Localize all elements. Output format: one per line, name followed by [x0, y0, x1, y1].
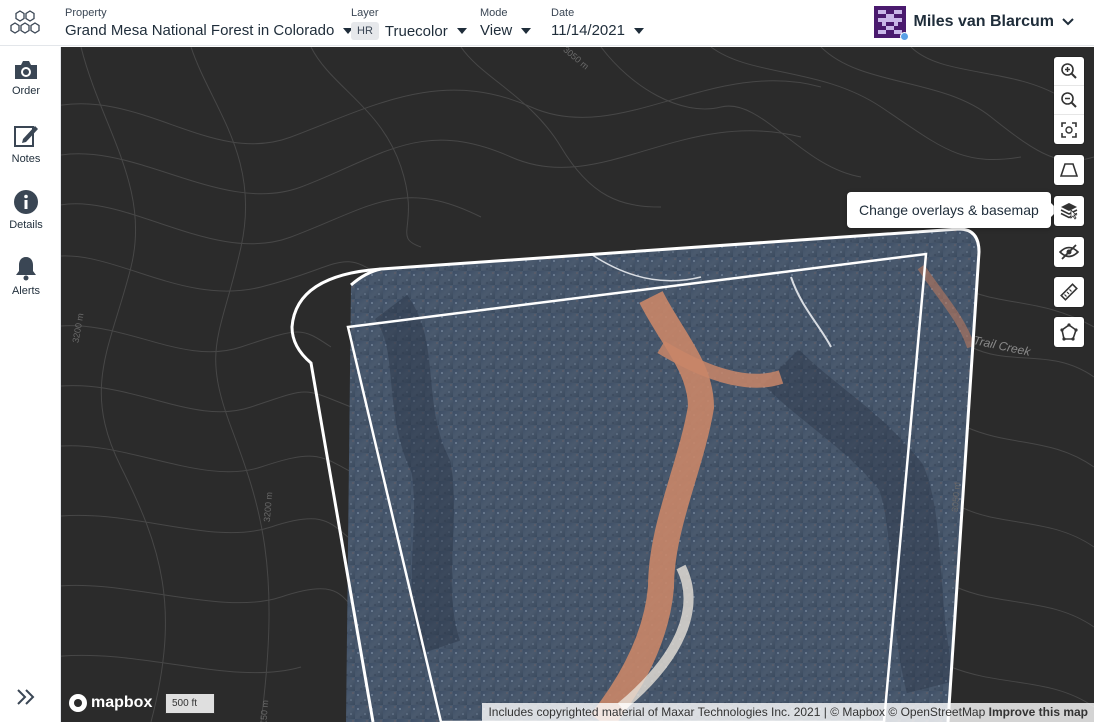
draw-polygon-button[interactable]	[1054, 317, 1084, 347]
chevron-down-icon	[1062, 18, 1074, 26]
perspective-icon	[1060, 163, 1078, 177]
online-status-dot	[899, 32, 909, 41]
sidebar-item-order[interactable]: Order	[0, 59, 52, 97]
perspective-button[interactable]	[1054, 155, 1084, 185]
sidebar-item-label: Alerts	[11, 285, 41, 297]
fit-bounds-button[interactable]	[1054, 115, 1084, 144]
improve-map-link[interactable]: Improve this map	[989, 705, 1088, 719]
date-label: Date	[551, 7, 575, 19]
sidebar-item-notes[interactable]: Notes	[0, 123, 52, 165]
camera-icon	[15, 61, 37, 79]
mode-value: View	[480, 22, 513, 39]
scale-bar: 500 ft	[165, 694, 215, 714]
layer-value: Truecolor	[384, 22, 448, 40]
mapbox-icon	[69, 694, 87, 712]
mapbox-wordmark: mapbox	[91, 694, 153, 711]
avatar	[873, 6, 909, 41]
chevron-down-icon	[521, 27, 532, 34]
user-menu[interactable]: Miles van Blarcum	[873, 6, 1075, 41]
map-canvas[interactable]: 3050 m 3200 m 3200 m 3050 m 3150 m Trail…	[61, 47, 1094, 722]
sidebar: Order Notes Details Alerts	[0, 47, 61, 722]
layer-selector[interactable]: Layer HR Truecolor	[351, 7, 467, 40]
property-label: Property	[65, 7, 107, 19]
hide-overlay-icon	[1059, 244, 1079, 260]
attribution-text: Includes copyrighted material of Maxar T…	[488, 705, 986, 719]
sidebar-item-alerts[interactable]: Alerts	[0, 255, 52, 297]
hide-overlay-button[interactable]	[1054, 237, 1084, 267]
layers-icon	[1060, 203, 1078, 220]
map-attribution: Includes copyrighted material of Maxar T…	[482, 703, 1094, 722]
app-header: Property Grand Mesa National Forest in C…	[0, 0, 1094, 46]
layers-tooltip: Change overlays & basemap	[847, 192, 1058, 228]
ruler-icon	[1060, 283, 1078, 301]
mode-selector[interactable]: Mode View	[480, 7, 532, 39]
property-value: Grand Mesa National Forest in Colorado	[65, 22, 335, 39]
layers-button[interactable]	[1054, 196, 1084, 226]
layer-label: Layer	[351, 7, 379, 19]
fit-bounds-icon	[1061, 121, 1077, 138]
user-name: Miles van Blarcum	[913, 13, 1055, 30]
zoom-in-button[interactable]	[1054, 57, 1084, 86]
sidebar-item-label: Order	[11, 85, 41, 97]
bell-icon	[16, 257, 36, 281]
mode-label: Mode	[480, 7, 508, 19]
sidebar-item-label: Details	[9, 219, 43, 231]
info-icon	[14, 190, 38, 214]
sidebar-item-label: Notes	[11, 153, 41, 165]
double-chevron-right-icon[interactable]	[15, 688, 37, 706]
zoom-controls	[1054, 57, 1084, 144]
edit-icon	[14, 126, 38, 147]
measure-button[interactable]	[1054, 277, 1084, 307]
layer-badge: HR	[351, 22, 379, 40]
app-logo-icon[interactable]	[10, 9, 42, 37]
date-value: 11/14/2021	[551, 22, 625, 39]
zoom-in-icon	[1061, 63, 1077, 79]
chevron-down-icon	[633, 27, 644, 34]
zoom-out-icon	[1061, 92, 1077, 108]
mapbox-logo[interactable]: mapbox	[69, 694, 152, 712]
date-selector[interactable]: Date 11/14/2021	[551, 7, 644, 39]
map-basemap	[61, 47, 1094, 722]
contour-label: 3150 m	[257, 699, 271, 722]
property-selector[interactable]: Property Grand Mesa National Forest in C…	[65, 7, 354, 39]
draw-polygon-icon	[1060, 323, 1078, 341]
zoom-out-button[interactable]	[1054, 86, 1084, 115]
chevron-down-icon	[456, 28, 467, 34]
sidebar-item-details[interactable]: Details	[0, 189, 52, 231]
